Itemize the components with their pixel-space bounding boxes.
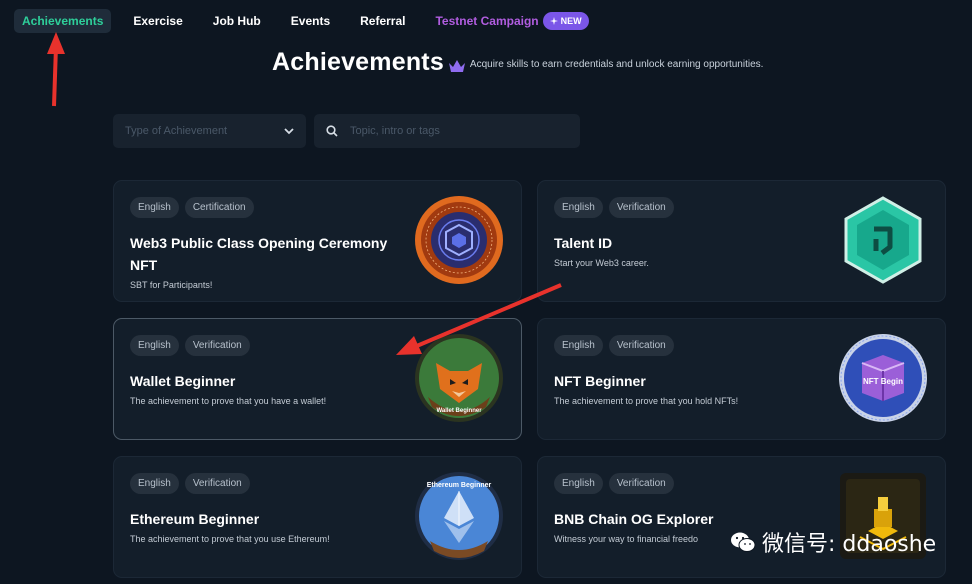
nav-exercise[interactable]: Exercise (133, 14, 182, 28)
tag-type: Verification (608, 197, 674, 218)
top-nav: Achievements Exercise Job Hub Events Ref… (14, 9, 589, 33)
sparkle-icon (549, 17, 558, 25)
page-subtitle: Acquire skills to earn credentials and u… (469, 59, 764, 70)
nav-referral[interactable]: Referral (360, 14, 405, 28)
search-icon (326, 125, 338, 137)
nft-beginner-badge-icon: NFT Begin (839, 334, 927, 422)
wechat-icon (731, 532, 756, 552)
achievement-type-select[interactable]: Type of Achievement (113, 114, 306, 148)
ethereum-badge-label: Ethereum Beginner (427, 482, 492, 489)
achievement-card-nft-beginner[interactable]: English Verification NFT Beginner The ac… (537, 318, 946, 440)
card-description: The achievement to prove that you use Et… (130, 534, 330, 544)
tag-language: English (130, 473, 179, 494)
card-title: Wallet Beginner (130, 373, 236, 389)
new-badge-label: NEW (560, 16, 582, 26)
card-title: Ethereum Beginner (130, 511, 260, 527)
card-description: The achievement to prove that you hold N… (554, 396, 739, 406)
talent-id-badge-icon (844, 196, 922, 284)
tag-type: Verification (184, 335, 250, 356)
achievement-card-web3-class[interactable]: English Certification Web3 Public Class … (113, 180, 522, 302)
nav-testnet-campaign[interactable]: Testnet Campaign (435, 14, 538, 28)
card-description: SBT for Participants! (130, 280, 213, 290)
tag-language: English (554, 473, 603, 494)
wechat-watermark: 微信号: ddaoshe (730, 526, 936, 558)
nav-job-hub[interactable]: Job Hub (213, 14, 261, 28)
search-box (314, 114, 580, 148)
tag-type: Certification (184, 197, 254, 218)
crown-icon (448, 59, 465, 72)
tag-type: Verification (608, 335, 674, 356)
tag-type: Verification (184, 473, 250, 494)
watermark-text: 微信号: ddaoshe (762, 532, 937, 557)
achievement-card-ethereum-beginner[interactable]: English Verification Ethereum Beginner T… (113, 456, 522, 578)
nav-events[interactable]: Events (291, 14, 330, 28)
hero: Achievements Acquire skills to earn cred… (272, 48, 763, 77)
card-description: Start your Web3 career. (554, 258, 649, 268)
nft-badge-label: NFT Begin (863, 377, 903, 386)
card-description: The achievement to prove that you have a… (130, 396, 327, 406)
achievement-card-bnb-chain-explorer[interactable]: English Verification BNB Chain OG Explor… (537, 456, 946, 578)
nav-achievements[interactable]: Achievements (14, 9, 112, 33)
tag-language: English (130, 197, 179, 218)
new-badge: NEW (542, 12, 589, 30)
card-description: Witness your way to financial freedo (554, 534, 699, 544)
chevron-down-icon (284, 127, 294, 134)
tag-language: English (554, 335, 603, 356)
ethereum-beginner-badge-icon: Ethereum Beginner (415, 472, 503, 560)
card-title: Web3 Public Class Opening Ceremony NFT (130, 235, 388, 273)
annotation-arrow-up (47, 32, 65, 107)
card-title: NFT Beginner (554, 373, 646, 389)
achievement-card-talent-id[interactable]: English Verification Talent ID Start you… (537, 180, 946, 302)
card-title: Talent ID (554, 235, 613, 251)
web3-class-nft-badge-icon (415, 196, 503, 284)
achievement-type-placeholder: Type of Achievement (125, 125, 228, 137)
achievement-card-wallet-beginner[interactable]: English Verification Wallet Beginner The… (113, 318, 522, 440)
tag-language: English (554, 197, 603, 218)
page-title: Achievements (272, 48, 444, 76)
wallet-beginner-fox-icon: Wallet Beginner (415, 334, 503, 422)
fox-badge-label: Wallet Beginner (436, 408, 482, 414)
tag-type: Verification (608, 473, 674, 494)
search-input[interactable] (350, 125, 550, 137)
tag-language: English (130, 335, 179, 356)
